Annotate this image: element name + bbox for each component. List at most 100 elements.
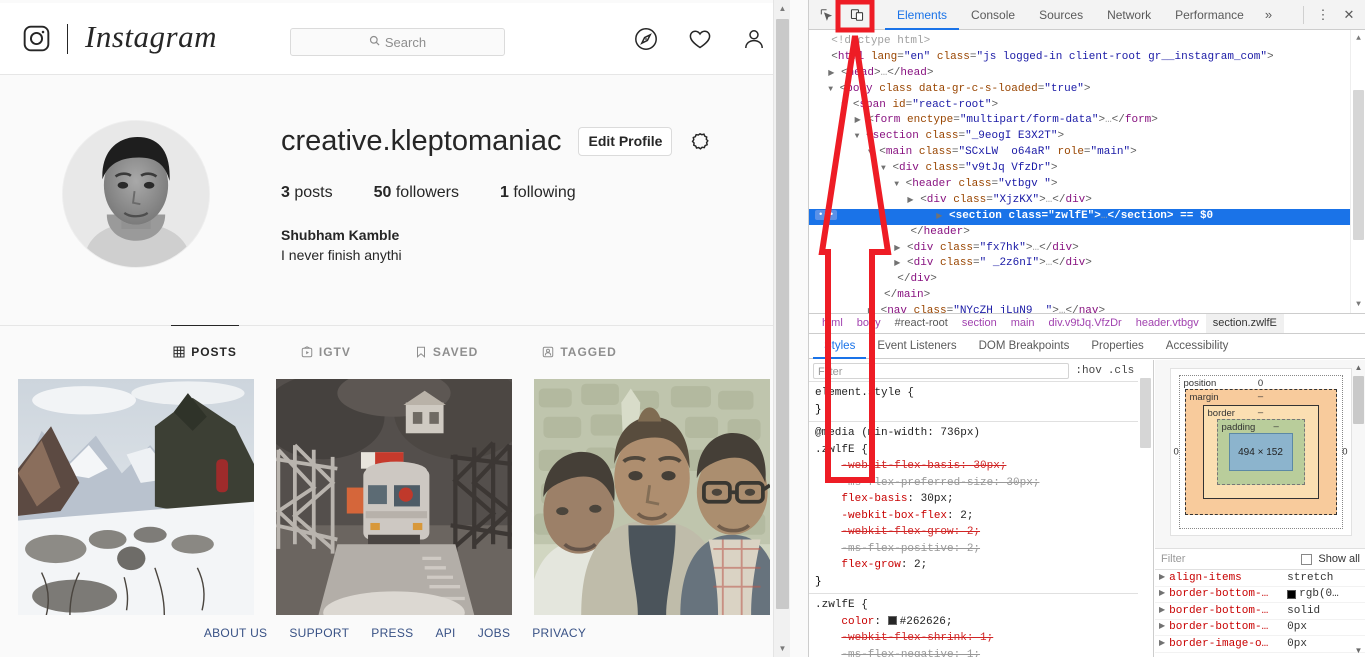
dom-row[interactable]: ▶ <nav class="NYcZH jLuN9 ">…</nav> (809, 304, 1365, 313)
dom-row[interactable]: ▶ <form enctype="multipart/form-data">…<… (809, 113, 1365, 129)
css-property[interactable]: -webkit-box-flex (841, 510, 947, 522)
breadcrumb-item[interactable]: main (1004, 314, 1042, 333)
dom-row[interactable]: ▶ <head>…</head> (809, 66, 1365, 82)
color-swatch[interactable] (887, 615, 897, 625)
dom-row[interactable]: <!doctype html> (809, 34, 1365, 50)
zwlfe-base-block[interactable]: ….zwlfE { color: #262626; -webkit-flex-s… (809, 594, 1153, 657)
css-property[interactable]: flex-grow (841, 559, 900, 571)
post-van-on-steel-bridge[interactable] (276, 379, 512, 615)
tab-accessibility[interactable]: Accessibility (1155, 334, 1240, 359)
scrollbar-up-arrow[interactable]: ▲ (774, 0, 790, 17)
css-property[interactable]: color (841, 616, 874, 628)
tab-styles[interactable]: Styles (813, 334, 866, 359)
breadcrumb-item[interactable]: div.v9tJq.VfzDr (1042, 314, 1129, 333)
tab-dom-breakpoints[interactable]: DOM Breakpoints (968, 334, 1081, 359)
person-icon[interactable] (742, 27, 766, 51)
dom-row[interactable]: ▼ <header class="vtbgv "> (809, 177, 1365, 193)
dom-row[interactable]: ▶ <div class=" _2z6nI">…</div> (809, 256, 1365, 272)
computed-property-row[interactable]: ▶ align-items stretch (1155, 570, 1365, 587)
dom-row[interactable]: ▶ <div class="XjzKX">…</div> (809, 193, 1365, 209)
rule-selector[interactable]: element.style { (815, 387, 914, 399)
inspect-element-icon[interactable] (812, 1, 840, 29)
dom-row[interactable]: ▼ <main class="SCxLW o64aR" role="main"> (809, 145, 1365, 161)
dom-row[interactable]: ▼ <body class data-gr-c-s-loaded="true"> (809, 82, 1365, 98)
computed-filter-input[interactable]: Filter (1161, 553, 1295, 565)
close-icon[interactable]: ✕ (1337, 3, 1361, 27)
dom-row[interactable]: </header> (809, 225, 1365, 241)
styles-scroll-thumb[interactable] (1140, 378, 1151, 448)
computed-scrollbar[interactable]: ▲ ▼ (1351, 360, 1365, 657)
tab-elements[interactable]: Elements (885, 0, 959, 30)
css-declaration[interactable]: -ms-flex-negative: 1; (841, 649, 980, 657)
css-declaration[interactable]: -webkit-flex-grow: 2; (841, 526, 980, 538)
post-three-friends-stone-wall[interactable] (534, 379, 770, 615)
dom-row[interactable]: <html lang="en" class="js logged-in clie… (809, 50, 1365, 66)
dom-row[interactable]: </div> (809, 272, 1365, 288)
device-toolbar-icon[interactable] (843, 1, 871, 29)
element-style-block[interactable]: element.style { } (809, 382, 1153, 422)
rule-selector[interactable]: .zwlfE { (815, 444, 868, 456)
chevron-right-icon[interactable]: ▶ (1159, 619, 1165, 636)
avatar[interactable] (62, 120, 210, 268)
css-declaration[interactable]: -ms-flex-preferred-size: 30px; (841, 477, 1039, 489)
computed-property-row[interactable]: ▶ border-image-o… 0px (1155, 636, 1365, 653)
computed-property-row[interactable]: ▶ border-bottom-… 0px (1155, 619, 1365, 636)
computed-scroll-down-arrow[interactable]: ▼ (1351, 643, 1365, 657)
more-tabs-icon[interactable]: » (1256, 7, 1281, 22)
scrollbar-down-arrow[interactable]: ▼ (774, 640, 790, 657)
stat-following[interactable]: 1 following (500, 184, 576, 202)
cls-button[interactable]: .cls (1108, 365, 1134, 377)
dom-scroll-up-arrow[interactable]: ▲ (1351, 30, 1365, 47)
scrollbar-thumb[interactable] (776, 19, 789, 609)
css-declaration[interactable]: -webkit-flex-shrink: 1; (841, 632, 993, 644)
tab-properties[interactable]: Properties (1080, 334, 1154, 359)
show-all-checkbox[interactable] (1301, 553, 1313, 565)
stat-followers[interactable]: 50 followers (374, 184, 459, 202)
tab-console[interactable]: Console (959, 0, 1027, 30)
breadcrumb-item[interactable]: section (955, 314, 1004, 333)
zwlfe-media-block[interactable]: …@media (min-width: 736px) .zwlfE { -web… (809, 422, 1153, 594)
tab-performance[interactable]: Performance (1163, 0, 1256, 30)
styles-pane[interactable]: Filter :hov .cls + element.style { }…@me… (809, 360, 1154, 657)
tab-event-listeners[interactable]: Event Listeners (866, 334, 967, 359)
post-snowy-mountain-valley[interactable] (18, 379, 254, 615)
dom-tree-scrollbar[interactable]: ▲ ▼ (1350, 30, 1365, 313)
heart-icon[interactable] (688, 27, 712, 51)
gear-icon[interactable] (689, 131, 711, 153)
chevron-right-icon[interactable]: ▶ (1159, 570, 1165, 586)
breadcrumb-item[interactable]: header.vtbgv (1129, 314, 1206, 333)
tab-igtv[interactable]: IGTV (299, 325, 353, 377)
chevron-right-icon[interactable]: ▶ (1159, 586, 1165, 603)
footer-link-privacy[interactable]: PRIVACY (532, 626, 586, 640)
dom-row[interactable]: ▶ <div class="fx7hk">…</div> (809, 241, 1365, 257)
footer-link-press[interactable]: PRESS (371, 626, 413, 640)
footer-link-api[interactable]: API (435, 626, 455, 640)
dom-row[interactable]: ▼ <section class="_9eogI E3X2T"> (809, 129, 1365, 145)
chevron-right-icon[interactable]: ▶ (1159, 603, 1165, 620)
compass-icon[interactable] (634, 27, 658, 51)
computed-property-row[interactable]: ▶ border-bottom-… rgb(0… (1155, 586, 1365, 603)
footer-link-jobs[interactable]: JOBS (478, 626, 511, 640)
dom-row-selected[interactable]: ••• ▶ <section class="zwlfE">…</section>… (809, 208, 1365, 225)
dom-scroll-down-arrow[interactable]: ▼ (1351, 296, 1365, 313)
css-property[interactable]: flex-basis (841, 493, 907, 505)
styles-scrollbar[interactable] (1138, 360, 1153, 657)
stat-posts[interactable]: 3 posts (281, 184, 333, 202)
computed-properties-list[interactable]: ▶ align-items stretch ▶ border-bottom-… rgb(0… (1155, 570, 1365, 657)
dom-scroll-thumb[interactable] (1353, 90, 1364, 240)
tab-network[interactable]: Network (1095, 0, 1163, 30)
search-input[interactable]: Search (290, 28, 505, 56)
breadcrumb-item[interactable]: section.zwlfE (1205, 314, 1284, 333)
footer-link-support[interactable]: SUPPORT (289, 626, 349, 640)
computed-scroll-up-arrow[interactable]: ▲ (1351, 360, 1365, 374)
dom-row[interactable]: </main> (809, 288, 1365, 304)
tab-saved[interactable]: SAVED (413, 325, 480, 377)
box-model-diagram[interactable]: position 0 margin – border – padding – 4… (1169, 368, 1352, 536)
kebab-menu-icon[interactable]: ⋮ (1311, 3, 1335, 27)
dom-tree[interactable]: <!doctype html> <html lang="en" class="j… (809, 30, 1365, 313)
computed-property-row[interactable]: ▶ border-bottom-… solid (1155, 603, 1365, 620)
rule-selector[interactable]: .zwlfE { (815, 599, 868, 611)
chevron-right-icon[interactable]: ▶ (1159, 636, 1165, 653)
css-declaration[interactable]: -webkit-flex-basis: 30px; (841, 460, 1006, 472)
instagram-camera-icon[interactable] (22, 24, 51, 53)
